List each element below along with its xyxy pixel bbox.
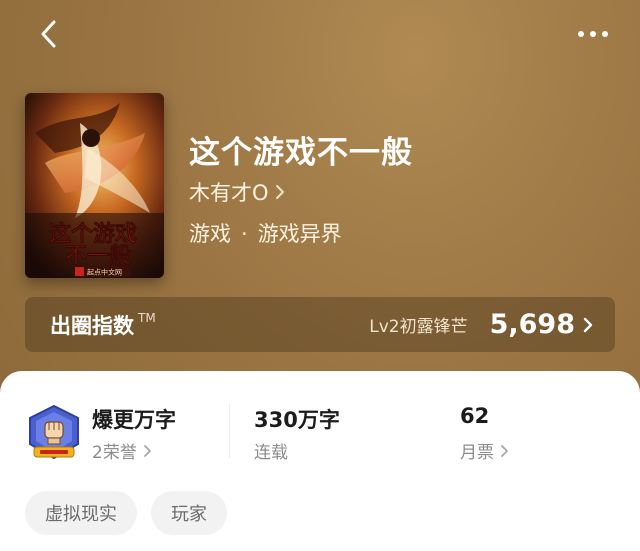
index-label: 出圈指数 [50,313,134,338]
serial-status: 连载 [254,438,288,463]
book-detail-page: 这个游戏 不一般 起点中文网 这个游戏不一般 木有才O 游戏 · 游戏异界 出圈指数… [0,0,640,551]
author-link[interactable]: 木有才O [189,177,285,207]
monthly-ticket-count: 62 [460,404,490,428]
word-count: 330万字 [254,408,340,432]
chevron-right-icon [143,444,151,457]
index-trademark: TM [138,310,156,325]
chevron-right-icon [275,185,284,199]
svg-text:不一般: 不一般 [65,243,131,269]
stats-divider [229,404,230,458]
genre-separator: · [241,222,248,246]
tag-chip[interactable]: 玩家 [151,491,227,535]
honor-title: 爆更万字 [92,408,176,432]
back-button[interactable] [36,18,64,50]
genre-link[interactable]: 游戏 [189,222,231,246]
chevron-right-icon [501,444,508,457]
honor-badge[interactable] [26,404,82,462]
monthly-ticket-link[interactable]: 月票 [460,438,509,463]
tag-chip[interactable]: 虚拟现实 [25,491,137,535]
serial-status-label: 连载 [254,443,288,463]
chevron-right-icon [583,317,593,332]
honor-count: 2荣誉 [92,443,137,463]
index-value: 5,698 [489,309,575,340]
honor-count-link[interactable]: 2荣誉 [92,438,152,463]
monthly-ticket-label: 月票 [460,443,494,463]
book-cover-art: 这个游戏 不一般 起点中文网 [25,93,164,278]
index-level: Lv2初露锋芒 [369,317,468,337]
svg-text:起点中文网: 起点中文网 [87,268,122,277]
genre-row: 游戏 · 游戏异界 [189,218,342,248]
book-cover[interactable]: 这个游戏 不一般 起点中文网 [25,93,164,278]
more-icon [578,31,608,37]
book-title: 这个游戏不一般 [189,135,413,171]
popularity-index-bar[interactable]: 出圈指数 TM Lv2初露锋芒 5,698 [25,297,615,352]
back-icon [41,20,56,48]
shield-fist-badge-icon [29,404,79,460]
more-button[interactable] [576,22,610,46]
author-name: 木有才O [189,181,269,205]
subgenre-link[interactable]: 游戏异界 [258,222,342,246]
